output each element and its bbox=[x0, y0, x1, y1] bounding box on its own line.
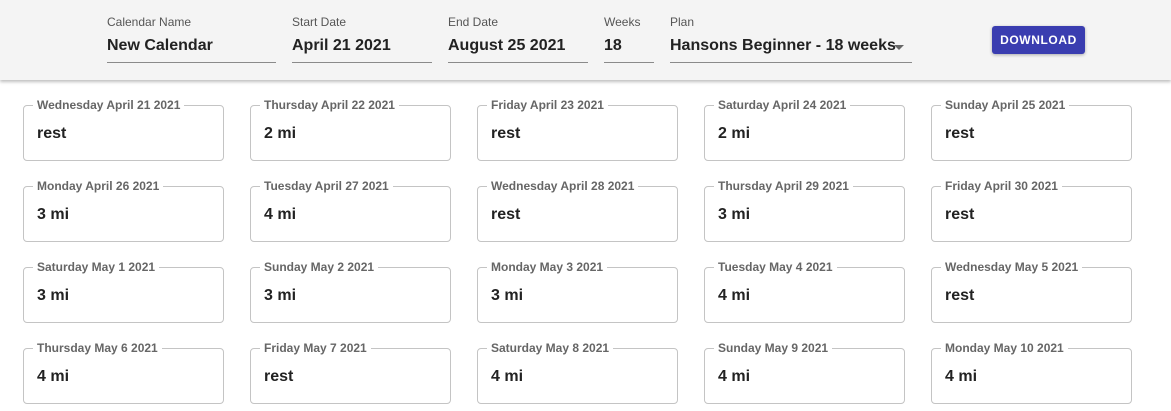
day-date-label: Saturday May 1 2021 bbox=[33, 260, 160, 274]
end-date-input[interactable]: August 25 2021 bbox=[448, 37, 565, 55]
day-workout-input[interactable]: 2 mi bbox=[264, 125, 296, 143]
download-button[interactable]: DOWNLOAD bbox=[992, 26, 1085, 54]
day-workout-input[interactable]: 3 mi bbox=[264, 287, 296, 305]
day-date-label: Monday May 3 2021 bbox=[487, 260, 608, 274]
day-card[interactable]: Friday April 23 2021 rest bbox=[477, 98, 678, 161]
day-workout-input[interactable]: rest bbox=[491, 125, 520, 143]
calendar-name-label: Calendar Name bbox=[107, 15, 192, 29]
day-date-label: Wednesday April 21 2021 bbox=[33, 98, 185, 112]
day-workout-input[interactable]: 4 mi bbox=[37, 368, 69, 386]
day-workout-input[interactable]: rest bbox=[264, 368, 293, 386]
day-workout-input[interactable]: 4 mi bbox=[491, 368, 523, 386]
day-workout-input[interactable]: 2 mi bbox=[718, 125, 750, 143]
day-date-label: Thursday April 29 2021 bbox=[714, 179, 853, 193]
day-date-label: Sunday April 25 2021 bbox=[941, 98, 1070, 112]
day-date-label: Thursday April 22 2021 bbox=[260, 98, 399, 112]
day-card[interactable]: Sunday April 25 2021 rest bbox=[931, 98, 1132, 161]
start-date-label: Start Date bbox=[292, 15, 347, 29]
day-card[interactable]: Monday May 10 2021 4 mi bbox=[931, 341, 1132, 404]
day-workout-input[interactable]: rest bbox=[491, 206, 520, 224]
day-workout-input[interactable]: rest bbox=[37, 125, 66, 143]
plan-selected-value[interactable]: Hansons Beginner - 18 weeks bbox=[670, 37, 896, 55]
day-date-label: Friday April 30 2021 bbox=[941, 179, 1062, 193]
calendar-name-input[interactable]: New Calendar bbox=[107, 37, 213, 55]
day-card[interactable]: Saturday May 8 2021 4 mi bbox=[477, 341, 678, 404]
weeks-field[interactable]: Weeks 18 bbox=[604, 0, 654, 63]
day-card[interactable]: Sunday May 2 2021 3 mi bbox=[250, 260, 451, 323]
weeks-label: Weeks bbox=[604, 15, 641, 29]
day-card[interactable]: Tuesday May 4 2021 4 mi bbox=[704, 260, 905, 323]
day-date-label: Saturday April 24 2021 bbox=[714, 98, 851, 112]
day-workout-input[interactable]: rest bbox=[945, 206, 974, 224]
day-workout-input[interactable]: 3 mi bbox=[37, 206, 69, 224]
day-workout-input[interactable]: rest bbox=[945, 125, 974, 143]
weeks-input[interactable]: 18 bbox=[604, 37, 622, 55]
day-date-label: Wednesday May 5 2021 bbox=[941, 260, 1083, 274]
day-card[interactable]: Monday April 26 2021 3 mi bbox=[23, 179, 224, 242]
chevron-down-icon[interactable] bbox=[894, 45, 904, 50]
start-date-input[interactable]: April 21 2021 bbox=[292, 37, 391, 55]
day-card[interactable]: Tuesday April 27 2021 4 mi bbox=[250, 179, 451, 242]
day-card[interactable]: Saturday May 1 2021 3 mi bbox=[23, 260, 224, 323]
day-date-label: Tuesday April 27 2021 bbox=[260, 179, 393, 193]
calendar-grid: Wednesday April 21 2021 rest Thursday Apri… bbox=[0, 80, 1171, 411]
day-date-label: Wednesday April 28 2021 bbox=[487, 179, 639, 193]
day-card[interactable]: Wednesday May 5 2021 rest bbox=[931, 260, 1132, 323]
day-workout-input[interactable]: rest bbox=[945, 287, 974, 305]
day-card[interactable]: Sunday May 9 2021 4 mi bbox=[704, 341, 905, 404]
day-card[interactable]: Friday May 7 2021 rest bbox=[250, 341, 451, 404]
day-date-label: Friday May 7 2021 bbox=[260, 341, 371, 355]
day-date-label: Saturday May 8 2021 bbox=[487, 341, 614, 355]
toolbar: Calendar Name New Calendar Start Date Ap… bbox=[0, 0, 1171, 80]
end-date-field[interactable]: End Date August 25 2021 bbox=[448, 0, 588, 63]
day-card[interactable]: Thursday April 29 2021 3 mi bbox=[704, 179, 905, 242]
start-date-field[interactable]: Start Date April 21 2021 bbox=[292, 0, 432, 63]
day-workout-input[interactable]: 4 mi bbox=[718, 287, 750, 305]
day-card[interactable]: Thursday April 22 2021 2 mi bbox=[250, 98, 451, 161]
day-workout-input[interactable]: 4 mi bbox=[945, 368, 977, 386]
plan-select[interactable]: Plan Hansons Beginner - 18 weeks bbox=[670, 0, 912, 63]
day-workout-input[interactable]: 3 mi bbox=[718, 206, 750, 224]
day-date-label: Monday April 26 2021 bbox=[33, 179, 164, 193]
day-date-label: Sunday May 9 2021 bbox=[714, 341, 833, 355]
day-workout-input[interactable]: 3 mi bbox=[37, 287, 69, 305]
day-workout-input[interactable]: 4 mi bbox=[718, 368, 750, 386]
day-date-label: Monday May 10 2021 bbox=[941, 341, 1068, 355]
calendar-name-field[interactable]: Calendar Name New Calendar bbox=[107, 0, 276, 63]
day-card[interactable]: Wednesday April 21 2021 rest bbox=[23, 98, 224, 161]
day-date-label: Tuesday May 4 2021 bbox=[714, 260, 837, 274]
day-workout-input[interactable]: 3 mi bbox=[491, 287, 523, 305]
day-date-label: Friday April 23 2021 bbox=[487, 98, 608, 112]
day-card[interactable]: Saturday April 24 2021 2 mi bbox=[704, 98, 905, 161]
day-card[interactable]: Wednesday April 28 2021 rest bbox=[477, 179, 678, 242]
end-date-label: End Date bbox=[448, 15, 499, 29]
day-date-label: Sunday May 2 2021 bbox=[260, 260, 379, 274]
day-card[interactable]: Monday May 3 2021 3 mi bbox=[477, 260, 678, 323]
day-card[interactable]: Friday April 30 2021 rest bbox=[931, 179, 1132, 242]
day-card[interactable]: Thursday May 6 2021 4 mi bbox=[23, 341, 224, 404]
plan-label: Plan bbox=[670, 15, 695, 29]
day-date-label: Thursday May 6 2021 bbox=[33, 341, 162, 355]
day-workout-input[interactable]: 4 mi bbox=[264, 206, 296, 224]
